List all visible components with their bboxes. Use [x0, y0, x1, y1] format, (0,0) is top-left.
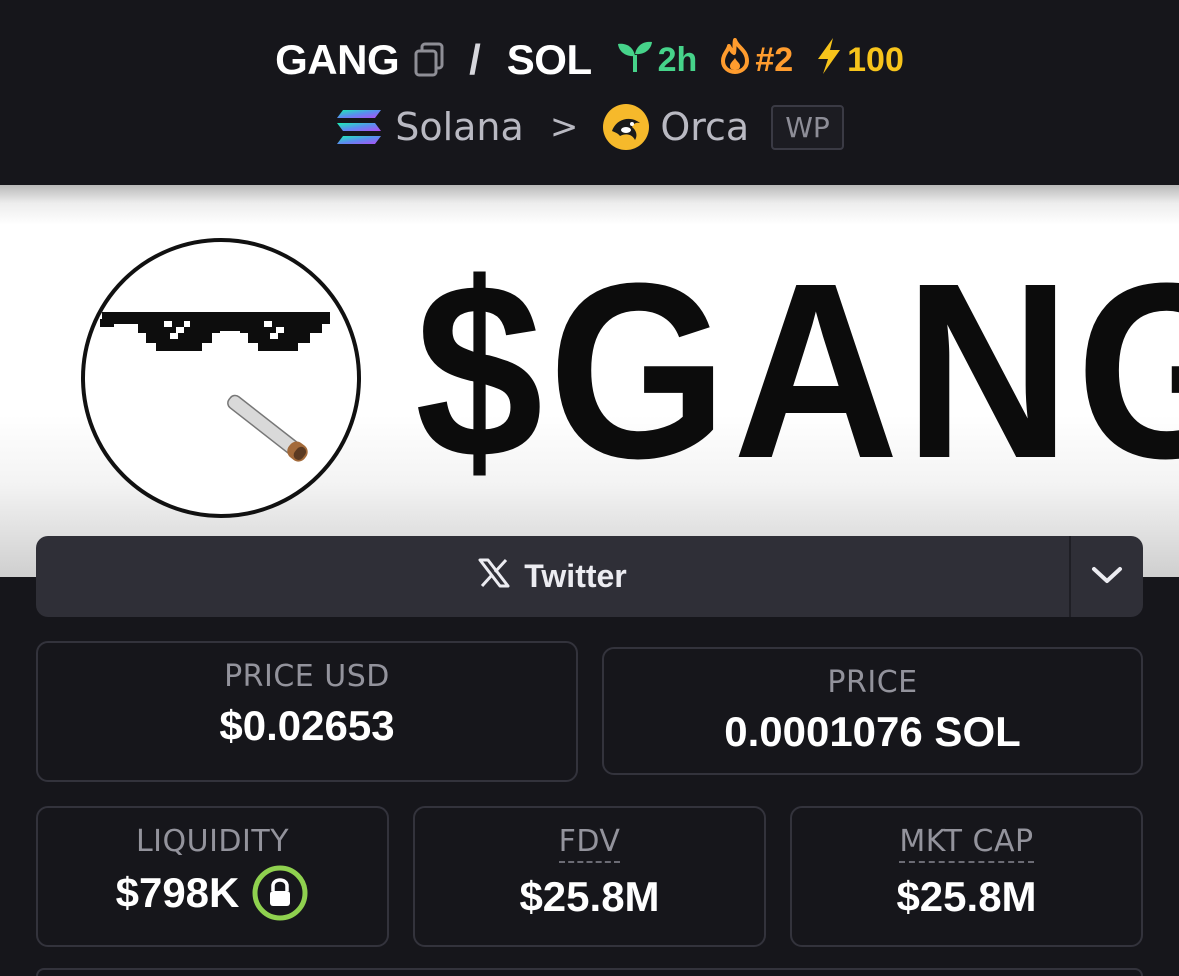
- mkt-cap-value: $25.8M: [896, 873, 1037, 920]
- price-native-label: PRICE: [827, 665, 918, 700]
- breadcrumb-chevron: >: [549, 107, 579, 147]
- mkt-cap-label: MKT CAP: [899, 824, 1034, 863]
- liquidity-value: $798K: [115, 869, 240, 917]
- liquidity-label: LIQUIDITY: [135, 824, 290, 859]
- quote-symbol: SOL: [506, 36, 592, 83]
- flame-icon: [719, 37, 755, 83]
- liquidity-value-row: $798K: [38, 864, 387, 925]
- price-native-value: 0.0001076 SOL: [724, 708, 1021, 755]
- boost-value: 100: [847, 40, 904, 79]
- pair-header: GANG / SOL 2h #2 100 Solana > Orca WP: [0, 0, 1179, 185]
- pair-title-row: GANG / SOL 2h #2 100: [0, 30, 1179, 90]
- twitter-button[interactable]: Twitter: [36, 536, 1069, 617]
- solana-icon: [335, 108, 383, 146]
- copy-icon[interactable]: [413, 41, 447, 79]
- price-usd-card: PRICE USD $0.02653: [36, 641, 578, 782]
- orca-icon: [602, 103, 650, 151]
- age-value: 2h: [657, 40, 698, 79]
- next-card-edge: [36, 968, 1143, 976]
- boost-badge[interactable]: 100: [815, 37, 904, 84]
- token-logo-image: [80, 237, 362, 523]
- chain-dex-breadcrumb: Solana > Orca WP: [0, 96, 1179, 158]
- twitter-label: Twitter: [524, 558, 627, 594]
- fdv-value: $25.8M: [519, 873, 660, 920]
- price-native-card: PRICE 0.0001076 SOL: [602, 647, 1143, 775]
- price-usd-value: $0.02653: [219, 702, 395, 749]
- mkt-cap-label-wrap: MKT CAP: [792, 824, 1141, 863]
- trending-rank-value: #2: [755, 40, 794, 79]
- chevron-down-icon: [1091, 565, 1123, 589]
- socials-bar: Twitter: [36, 536, 1143, 617]
- market-cap-card[interactable]: MKT CAP $25.8M: [790, 806, 1143, 947]
- pair-separator: /: [469, 36, 481, 83]
- x-logo-icon: [478, 558, 524, 596]
- trending-rank-badge[interactable]: #2: [719, 37, 794, 83]
- fdv-label: FDV: [558, 824, 621, 863]
- base-symbol: GANG: [275, 36, 400, 83]
- whitepaper-button[interactable]: WP: [771, 104, 844, 150]
- dex-link-orca[interactable]: Orca: [660, 105, 749, 149]
- more-links-button[interactable]: [1069, 536, 1143, 617]
- banner-token-name: $GANG: [415, 230, 1179, 510]
- fdv-label-wrap: FDV: [415, 824, 764, 863]
- fdv-card[interactable]: FDV $25.8M: [413, 806, 766, 947]
- age-badge: 2h: [616, 39, 698, 82]
- price-usd-label: PRICE USD: [224, 659, 390, 694]
- token-banner: $GANG: [0, 185, 1179, 577]
- lightning-icon: [815, 37, 847, 84]
- lock-icon[interactable]: [251, 864, 309, 922]
- seedling-icon: [616, 39, 658, 82]
- liquidity-card: LIQUIDITY $798K: [36, 806, 389, 947]
- chain-link-solana[interactable]: Solana: [395, 105, 524, 149]
